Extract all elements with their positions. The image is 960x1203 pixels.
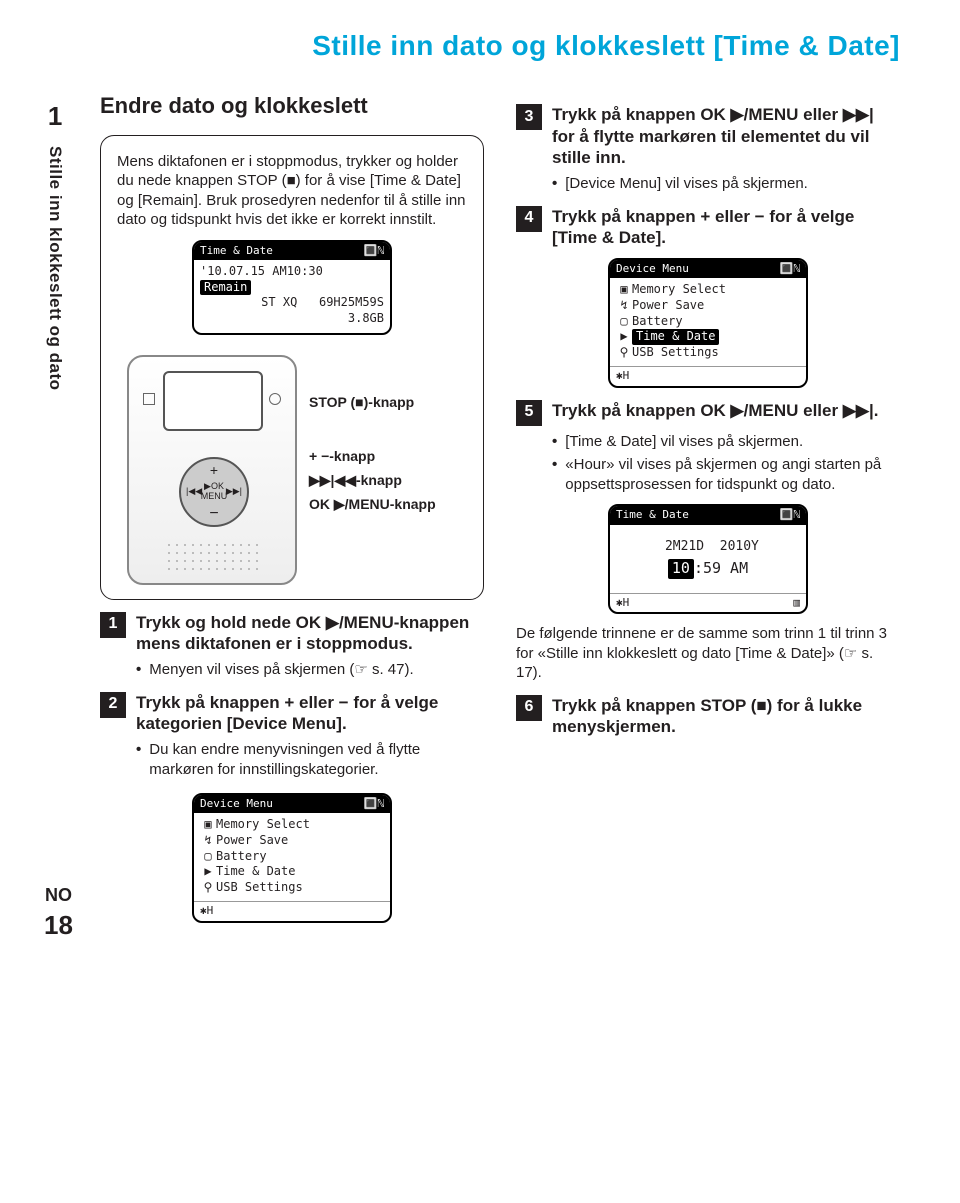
- menu-item: ▢Battery: [200, 849, 384, 865]
- screen-title: Device Menu: [616, 262, 689, 276]
- chapter-number: 1: [48, 100, 62, 134]
- continuation-note: De følgende trinnene er de samme som tri…: [516, 624, 900, 683]
- dpad-icon: |◀◀ ▶OKMENU ▶▶|: [179, 457, 249, 527]
- device-illustration-wrap: |◀◀ ▶OKMENU ▶▶| STOP (■)-knapp + −-knapp…: [117, 345, 467, 585]
- speaker-grille-icon: [165, 541, 261, 571]
- manual-page: 1 Stille inn klokkeslett og dato NO 18 S…: [0, 0, 960, 973]
- intro-text: Mens diktafonen er i stoppmodus, trykker…: [117, 152, 467, 230]
- step-bullet: Du kan endre menyvisningen ved å flytte …: [136, 740, 484, 779]
- lcd-screen-device-menu-bottom: Device Menu 🔳ℕ ▣Memory Select ↯Power Sav…: [192, 793, 392, 923]
- callout-okmenu: OK ▶/MENU-knapp: [309, 495, 467, 513]
- callout-labels: STOP (■)-knapp + −-knapp ▶▶|◀◀-knapp OK …: [309, 345, 467, 520]
- step-2: 2 Trykk på knappen + eller − for å velge…: [100, 692, 484, 735]
- menu-item: ⚲USB Settings: [200, 880, 384, 896]
- screen-status-icons: 🔳ℕ: [780, 262, 800, 276]
- menu-item: ▢Battery: [616, 314, 800, 330]
- step-bullet: [Time & Date] vil vises på skjermen.: [552, 432, 900, 452]
- step-text: Trykk på knappen + eller − for å velge […: [552, 206, 900, 249]
- sidebar-label: Stille inn klokkeslett og dato: [44, 146, 66, 391]
- screen-status-icons: 🔳ℕ: [364, 797, 384, 811]
- screen-status-icons: 🔳ℕ: [780, 508, 800, 522]
- time-line: 10:59 AM: [610, 559, 806, 579]
- step-text: Trykk på knappen OK ▶/MENU eller ▶▶|.: [552, 400, 878, 421]
- step-text: Trykk på knappen STOP (■) for å lukke me…: [552, 695, 900, 738]
- page-footer-marker: NO 18: [44, 884, 73, 943]
- step-5: 5 Trykk på knappen OK ▶/MENU eller ▶▶|.: [516, 400, 900, 426]
- screen-title: Time & Date: [200, 244, 273, 258]
- device-illustration: |◀◀ ▶OKMENU ▶▶|: [127, 355, 297, 585]
- right-column: 3 Trykk på knappen OK ▶/MENU eller ▶▶| f…: [516, 92, 900, 932]
- content-columns: Endre dato og klokkeslett Mens diktafone…: [100, 92, 900, 932]
- menu-item: ▣Memory Select: [200, 817, 384, 833]
- chapter-sidebar: 1 Stille inn klokkeslett og dato: [44, 100, 66, 390]
- stop-button-icon: [143, 393, 155, 405]
- lcd-screen-time-date-edit: Time & Date 🔳ℕ 2M21D 2010Y 10:59 AM ✱H▥: [608, 504, 808, 614]
- page-title: Stille inn dato og klokkeslett [Time & D…: [100, 28, 900, 64]
- menu-item: ⚲USB Settings: [616, 345, 800, 361]
- callout-plusminus: + −-knapp: [309, 447, 467, 465]
- step-bullet: «Hour» vil vises på skjermen og angi sta…: [552, 455, 900, 494]
- step-badge: 6: [516, 695, 542, 721]
- screen-status-icons: 🔳ℕ: [364, 244, 384, 258]
- screen-line: '10.07.15 AM10:30: [200, 264, 384, 280]
- callout-ffrw: ▶▶|◀◀-knapp: [309, 471, 467, 489]
- footer-page-number: 18: [44, 909, 73, 943]
- step-badge: 1: [100, 612, 126, 638]
- section-heading: Endre dato og klokkeslett: [100, 92, 484, 121]
- menu-item: ▣Memory Select: [616, 282, 800, 298]
- left-column: Endre dato og klokkeslett Mens diktafone…: [100, 92, 484, 932]
- step-3: 3 Trykk på knappen OK ▶/MENU eller ▶▶| f…: [516, 104, 900, 168]
- screen-title: Time & Date: [616, 508, 689, 522]
- lcd-screen-device-menu: Device Menu 🔳ℕ ▣Memory Select ↯Power Sav…: [608, 258, 808, 388]
- step-badge: 4: [516, 206, 542, 232]
- screen-line: ST XQ 69H25M59S: [200, 295, 384, 311]
- menu-item: ▶Time & Date: [200, 864, 384, 880]
- step-bullet: Menyen vil vises på skjermen (☞ s. 47).: [136, 660, 484, 680]
- menu-item: ↯Power Save: [200, 833, 384, 849]
- step-text: Trykk på knappen OK ▶/MENU eller ▶▶| for…: [552, 104, 900, 168]
- step-text: Trykk på knappen + eller − for å velge k…: [136, 692, 484, 735]
- step-1: 1 Trykk og hold nede OK ▶/MENU-knappen m…: [100, 612, 484, 655]
- step-4: 4 Trykk på knappen + eller − for å velge…: [516, 206, 900, 249]
- step-badge: 3: [516, 104, 542, 130]
- footer-language: NO: [44, 884, 73, 907]
- screen-line: 3.8GB: [200, 311, 384, 327]
- rec-button-icon: [269, 393, 281, 405]
- lcd-screen-time-date: Time & Date 🔳ℕ '10.07.15 AM10:30 Remain …: [192, 240, 392, 335]
- device-lcd-icon: [163, 371, 263, 431]
- date-line: 2M21D 2010Y: [610, 539, 806, 556]
- menu-item-selected: ▶Time & Date: [616, 329, 800, 345]
- intro-box: Mens diktafonen er i stoppmodus, trykker…: [100, 135, 484, 600]
- step-text: Trykk og hold nede OK ▶/MENU-knappen men…: [136, 612, 484, 655]
- callout-stop: STOP (■)-knapp: [309, 393, 467, 411]
- menu-item: ↯Power Save: [616, 298, 800, 314]
- step-6: 6 Trykk på knappen STOP (■) for å lukke …: [516, 695, 900, 738]
- step-badge: 2: [100, 692, 126, 718]
- step-badge: 5: [516, 400, 542, 426]
- screen-remain-label: Remain: [200, 280, 251, 296]
- screen-title: Device Menu: [200, 797, 273, 811]
- step-bullet: [Device Menu] vil vises på skjermen.: [552, 174, 900, 194]
